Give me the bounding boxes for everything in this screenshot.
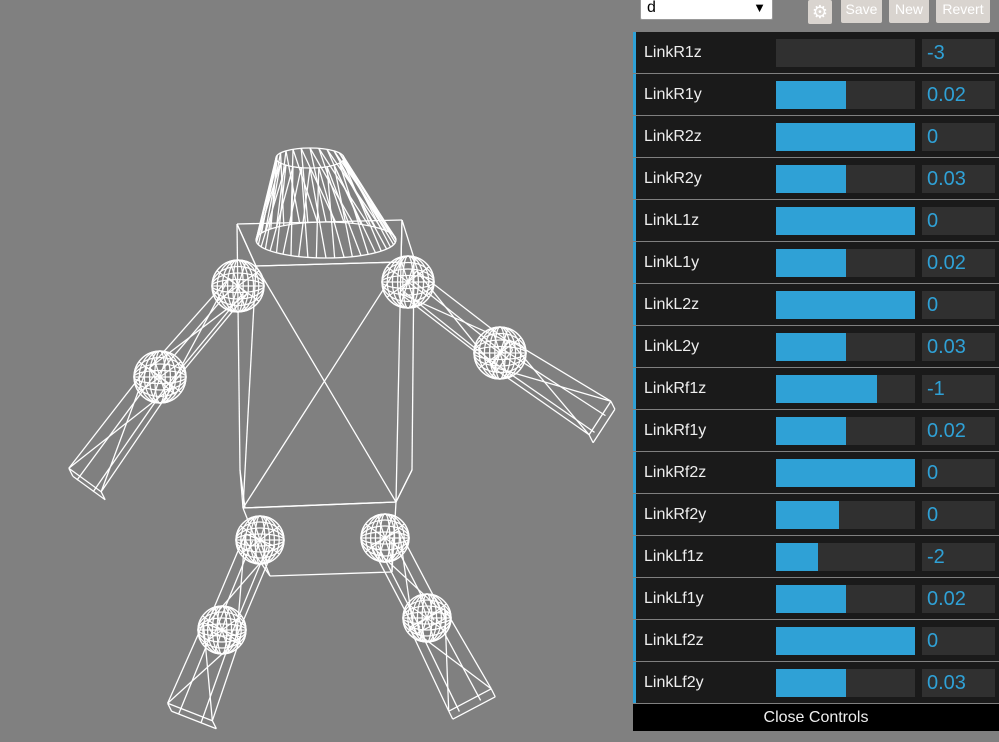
controller-row-linkrf2y: LinkRf2y 0: [633, 494, 999, 535]
slider-fill: [776, 501, 839, 529]
controller-list: LinkR1z -3 LinkR1y 0.02 LinkR2z 0 LinkR2y 0.03 L…: [633, 32, 999, 704]
controller-row-linkl2z: LinkL2z 0: [633, 284, 999, 325]
controller-number-input[interactable]: -1: [922, 375, 995, 403]
controller-number-input[interactable]: 0: [922, 501, 995, 529]
controller-label: LinkL1z: [644, 212, 700, 229]
controller-slider[interactable]: [776, 459, 915, 487]
slider-fill: [776, 165, 846, 193]
controller-slider[interactable]: [776, 123, 915, 151]
controller-row-linkr2z: LinkR2z 0: [633, 116, 999, 157]
controller-row-linkrf1y: LinkRf1y 0.02: [633, 410, 999, 451]
controller-label: LinkR1z: [644, 44, 702, 61]
controller-label: LinkRf2y: [644, 506, 707, 523]
controller-row-linkr1z: LinkR1z -3: [633, 32, 999, 73]
controller-slider[interactable]: [776, 669, 915, 697]
slider-fill: [776, 669, 846, 697]
controls-panel: d ▼ ⚙ Save New Revert LinkR1z -3 LinkR1y 0.…: [633, 0, 999, 742]
slider-fill: [776, 123, 915, 151]
preset-selected-value: d: [647, 0, 656, 16]
controller-label: LinkLf1z: [644, 548, 704, 565]
controller-label: LinkL2z: [644, 296, 700, 313]
controller-row-linkr1y: LinkR1y 0.02: [633, 74, 999, 115]
controller-slider[interactable]: [776, 417, 915, 445]
controller-slider[interactable]: [776, 81, 915, 109]
slider-fill: [776, 81, 846, 109]
controller-number-input[interactable]: 0: [922, 123, 995, 151]
controller-row-linklf2y: LinkLf2y 0.03: [633, 662, 999, 703]
slider-fill: [776, 417, 846, 445]
slider-fill: [776, 291, 915, 319]
slider-fill: [776, 627, 915, 655]
controller-slider[interactable]: [776, 207, 915, 235]
controller-slider[interactable]: [776, 333, 915, 361]
preset-select[interactable]: d ▼: [640, 0, 773, 20]
slider-fill: [776, 333, 846, 361]
controller-label: LinkRf2z: [644, 464, 707, 481]
controller-slider[interactable]: [776, 543, 915, 571]
controller-label: LinkLf2y: [644, 674, 704, 691]
controller-number-input[interactable]: 0: [922, 627, 995, 655]
controller-row-linklf1y: LinkLf1y 0.02: [633, 578, 999, 619]
controller-row-linkrf2z: LinkRf2z 0: [633, 452, 999, 493]
controller-slider[interactable]: [776, 291, 915, 319]
controller-row-linkl1y: LinkL1y 0.02: [633, 242, 999, 283]
controller-number-input[interactable]: 0.02: [922, 249, 995, 277]
controller-row-linkr2y: LinkR2y 0.03: [633, 158, 999, 199]
slider-fill: [776, 585, 846, 613]
controller-number-input[interactable]: 0.02: [922, 417, 995, 445]
controller-number-input[interactable]: 0: [922, 207, 995, 235]
slider-fill: [776, 207, 915, 235]
controller-label: LinkRf1y: [644, 422, 707, 439]
controller-number-input[interactable]: 0.02: [922, 585, 995, 613]
controller-number-input[interactable]: 0: [922, 291, 995, 319]
controller-label: LinkLf2z: [644, 632, 704, 649]
gear-icon[interactable]: ⚙: [808, 0, 832, 24]
controller-number-input[interactable]: 0.03: [922, 669, 995, 697]
controller-label: LinkL2y: [644, 338, 700, 355]
controller-row-linkl1z: LinkL1z 0: [633, 200, 999, 241]
dropdown-arrow-icon: ▼: [753, 0, 766, 15]
controller-label: LinkLf1y: [644, 590, 704, 607]
close-controls-button[interactable]: Close Controls: [633, 704, 999, 731]
controller-number-input[interactable]: 0.03: [922, 333, 995, 361]
controller-row-linklf1z: LinkLf1z -2: [633, 536, 999, 577]
controller-number-input[interactable]: 0.02: [922, 81, 995, 109]
slider-fill: [776, 543, 818, 571]
controller-number-input[interactable]: -2: [922, 543, 995, 571]
wireframe-robot-model[interactable]: [0, 0, 633, 742]
revert-button[interactable]: Revert: [936, 0, 990, 23]
slider-fill: [776, 249, 846, 277]
controller-number-input[interactable]: 0.03: [922, 165, 995, 193]
controller-slider[interactable]: [776, 249, 915, 277]
controller-number-input[interactable]: 0: [922, 459, 995, 487]
save-button[interactable]: Save: [841, 0, 882, 23]
controller-label: LinkR2z: [644, 128, 702, 145]
controller-label: LinkL1y: [644, 254, 700, 271]
controller-slider[interactable]: [776, 375, 915, 403]
controller-slider[interactable]: [776, 585, 915, 613]
controller-row-linkl2y: LinkL2y 0.03: [633, 326, 999, 367]
preset-bar: d ▼ ⚙ Save New Revert: [633, 0, 999, 32]
controller-slider[interactable]: [776, 627, 915, 655]
controller-label: LinkRf1z: [644, 380, 707, 397]
controller-slider[interactable]: [776, 39, 915, 67]
slider-fill: [776, 375, 878, 403]
controller-label: LinkR2y: [644, 170, 702, 187]
controller-label: LinkR1y: [644, 86, 702, 103]
new-button[interactable]: New: [889, 0, 929, 23]
3d-viewport[interactable]: [0, 0, 633, 742]
controller-row-linkrf1z: LinkRf1z -1: [633, 368, 999, 409]
slider-fill: [776, 459, 915, 487]
controller-row-linklf2z: LinkLf2z 0: [633, 620, 999, 661]
controller-slider[interactable]: [776, 501, 915, 529]
controller-number-input[interactable]: -3: [922, 39, 995, 67]
controller-slider[interactable]: [776, 165, 915, 193]
